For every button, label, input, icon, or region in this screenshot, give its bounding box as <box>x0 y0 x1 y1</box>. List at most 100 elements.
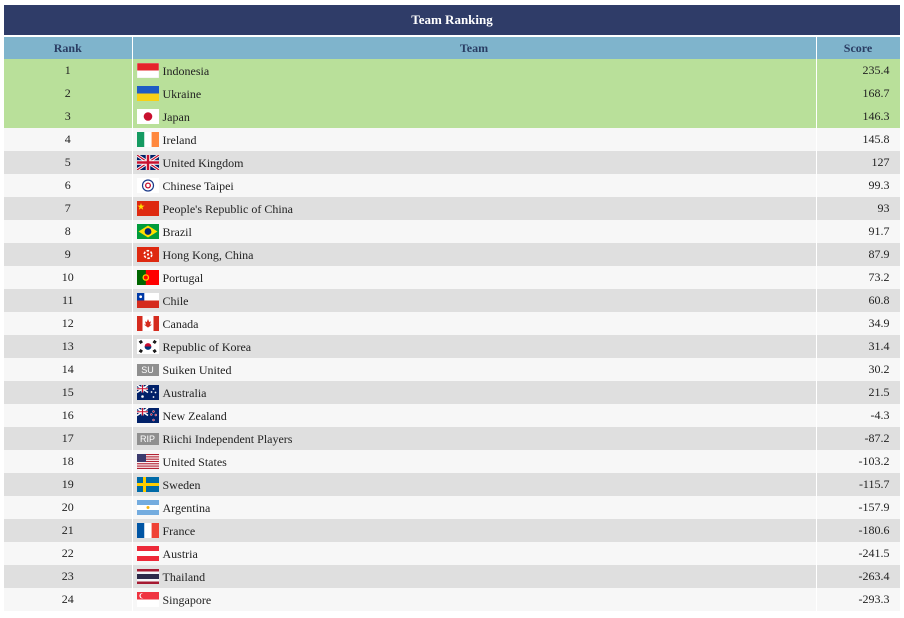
team-cell: Republic of Korea <box>132 335 817 358</box>
table-row: 18 United States -103.2 <box>4 450 901 473</box>
rank-cell: 10 <box>4 266 133 289</box>
team-name[interactable]: Singapore <box>163 592 212 606</box>
team-cell: Chile <box>132 289 817 312</box>
score-cell: -115.7 <box>816 473 901 496</box>
score-cell: -293.3 <box>816 588 901 611</box>
team-name[interactable]: Sweden <box>163 477 201 491</box>
score-cell: 146.3 <box>816 105 901 128</box>
rank-cell: 20 <box>4 496 133 519</box>
rank-cell: 11 <box>4 289 133 312</box>
team-name[interactable]: United Kingdom <box>163 155 244 169</box>
rank-cell: 24 <box>4 588 133 611</box>
table-row: 13 Republic of Korea 31.4 <box>4 335 901 358</box>
table-row: 3 Japan 146.3 <box>4 105 901 128</box>
table-row: 5 United Kingdom 127 <box>4 151 901 174</box>
team-name[interactable]: Brazil <box>163 224 192 238</box>
team-ranking-panel: Team Ranking Rank Team Score 1 Indonesia 2… <box>4 5 901 611</box>
table-row: 16 New Zealand -4.3 <box>4 404 901 427</box>
team-cell: RIP Riichi Independent Players <box>132 427 817 450</box>
table-row: 11 Chile 60.8 <box>4 289 901 312</box>
team-cell: Japan <box>132 105 817 128</box>
rank-column-header[interactable]: Rank <box>4 37 133 59</box>
rank-cell: 7 <box>4 197 133 220</box>
team-cell: Canada <box>132 312 817 335</box>
flag-chile-icon <box>136 293 159 309</box>
rank-cell: 23 <box>4 565 133 588</box>
team-name[interactable]: People's Republic of China <box>163 201 293 215</box>
team-name[interactable]: Riichi Independent Players <box>163 431 293 445</box>
team-name[interactable]: United States <box>163 454 227 468</box>
team-name[interactable]: Republic of Korea <box>163 339 252 353</box>
flag-new-zealand-icon <box>136 408 159 424</box>
table-row: 8 Brazil 91.7 <box>4 220 901 243</box>
team-name[interactable]: Chinese Taipei <box>163 178 234 192</box>
score-cell: 91.7 <box>816 220 901 243</box>
flag-australia-icon <box>136 385 159 401</box>
team-name[interactable]: Thailand <box>163 569 206 583</box>
team-cell: France <box>132 519 817 542</box>
table-row: 20 Argentina -157.9 <box>4 496 901 519</box>
ranking-table: Rank Team Score 1 Indonesia 235.4 2 Ukraine 1… <box>4 37 901 611</box>
rank-cell: 9 <box>4 243 133 266</box>
rank-cell: 12 <box>4 312 133 335</box>
team-name[interactable]: Australia <box>163 385 207 399</box>
team-cell: Portugal <box>132 266 817 289</box>
team-column-header[interactable]: Team <box>132 37 817 59</box>
team-cell: Argentina <box>132 496 817 519</box>
table-row: 2 Ukraine 168.7 <box>4 82 901 105</box>
score-cell: 235.4 <box>816 59 901 82</box>
score-cell: 168.7 <box>816 82 901 105</box>
score-cell: 87.9 <box>816 243 901 266</box>
table-row: 17 RIP Riichi Independent Players -87.2 <box>4 427 901 450</box>
team-name[interactable]: Ireland <box>163 132 197 146</box>
header-row: Rank Team Score <box>4 37 901 59</box>
score-cell: -103.2 <box>816 450 901 473</box>
team-cell: Thailand <box>132 565 817 588</box>
team-cell: Hong Kong, China <box>132 243 817 266</box>
score-cell: 93 <box>816 197 901 220</box>
rank-cell: 14 <box>4 358 133 381</box>
team-name[interactable]: Ukraine <box>163 86 202 100</box>
flag-portugal-icon <box>136 270 159 286</box>
rank-cell: 22 <box>4 542 133 565</box>
table-row: 14 SU Suiken United 30.2 <box>4 358 901 381</box>
team-name[interactable]: Indonesia <box>163 63 210 77</box>
team-cell: United Kingdom <box>132 151 817 174</box>
score-cell: -241.5 <box>816 542 901 565</box>
team-tag-icon: RIP <box>136 432 159 445</box>
flag-indonesia-icon <box>136 63 159 79</box>
team-name[interactable]: Hong Kong, China <box>163 247 254 261</box>
score-cell: 73.2 <box>816 266 901 289</box>
score-cell: -263.4 <box>816 565 901 588</box>
rank-cell: 2 <box>4 82 133 105</box>
flag-singapore-icon <box>136 592 159 608</box>
team-cell: Ukraine <box>132 82 817 105</box>
score-cell: 30.2 <box>816 358 901 381</box>
team-cell: Australia <box>132 381 817 404</box>
flag-japan-icon <box>136 109 159 125</box>
team-cell: Chinese Taipei <box>132 174 817 197</box>
team-cell: People's Republic of China <box>132 197 817 220</box>
score-column-header[interactable]: Score <box>816 37 901 59</box>
flag-france-icon <box>136 523 159 539</box>
rank-cell: 6 <box>4 174 133 197</box>
team-name[interactable]: Argentina <box>163 500 211 514</box>
team-cell: United States <box>132 450 817 473</box>
team-cell: Ireland <box>132 128 817 151</box>
team-name[interactable]: New Zealand <box>163 408 227 422</box>
flag-argentina-icon <box>136 500 159 516</box>
team-name[interactable]: Japan <box>163 109 190 123</box>
score-cell: 145.8 <box>816 128 901 151</box>
team-name[interactable]: Canada <box>163 316 199 330</box>
table-row: 4 Ireland 145.8 <box>4 128 901 151</box>
score-cell: 31.4 <box>816 335 901 358</box>
team-name[interactable]: Chile <box>163 293 189 307</box>
table-row: 10 Portugal 73.2 <box>4 266 901 289</box>
team-name[interactable]: Portugal <box>163 270 204 284</box>
team-name[interactable]: Suiken United <box>163 362 232 376</box>
flag-canada-icon <box>136 316 159 332</box>
flag-hong-kong-icon <box>136 247 159 263</box>
team-cell: New Zealand <box>132 404 817 427</box>
team-name[interactable]: France <box>163 523 196 537</box>
team-name[interactable]: Austria <box>163 546 198 560</box>
